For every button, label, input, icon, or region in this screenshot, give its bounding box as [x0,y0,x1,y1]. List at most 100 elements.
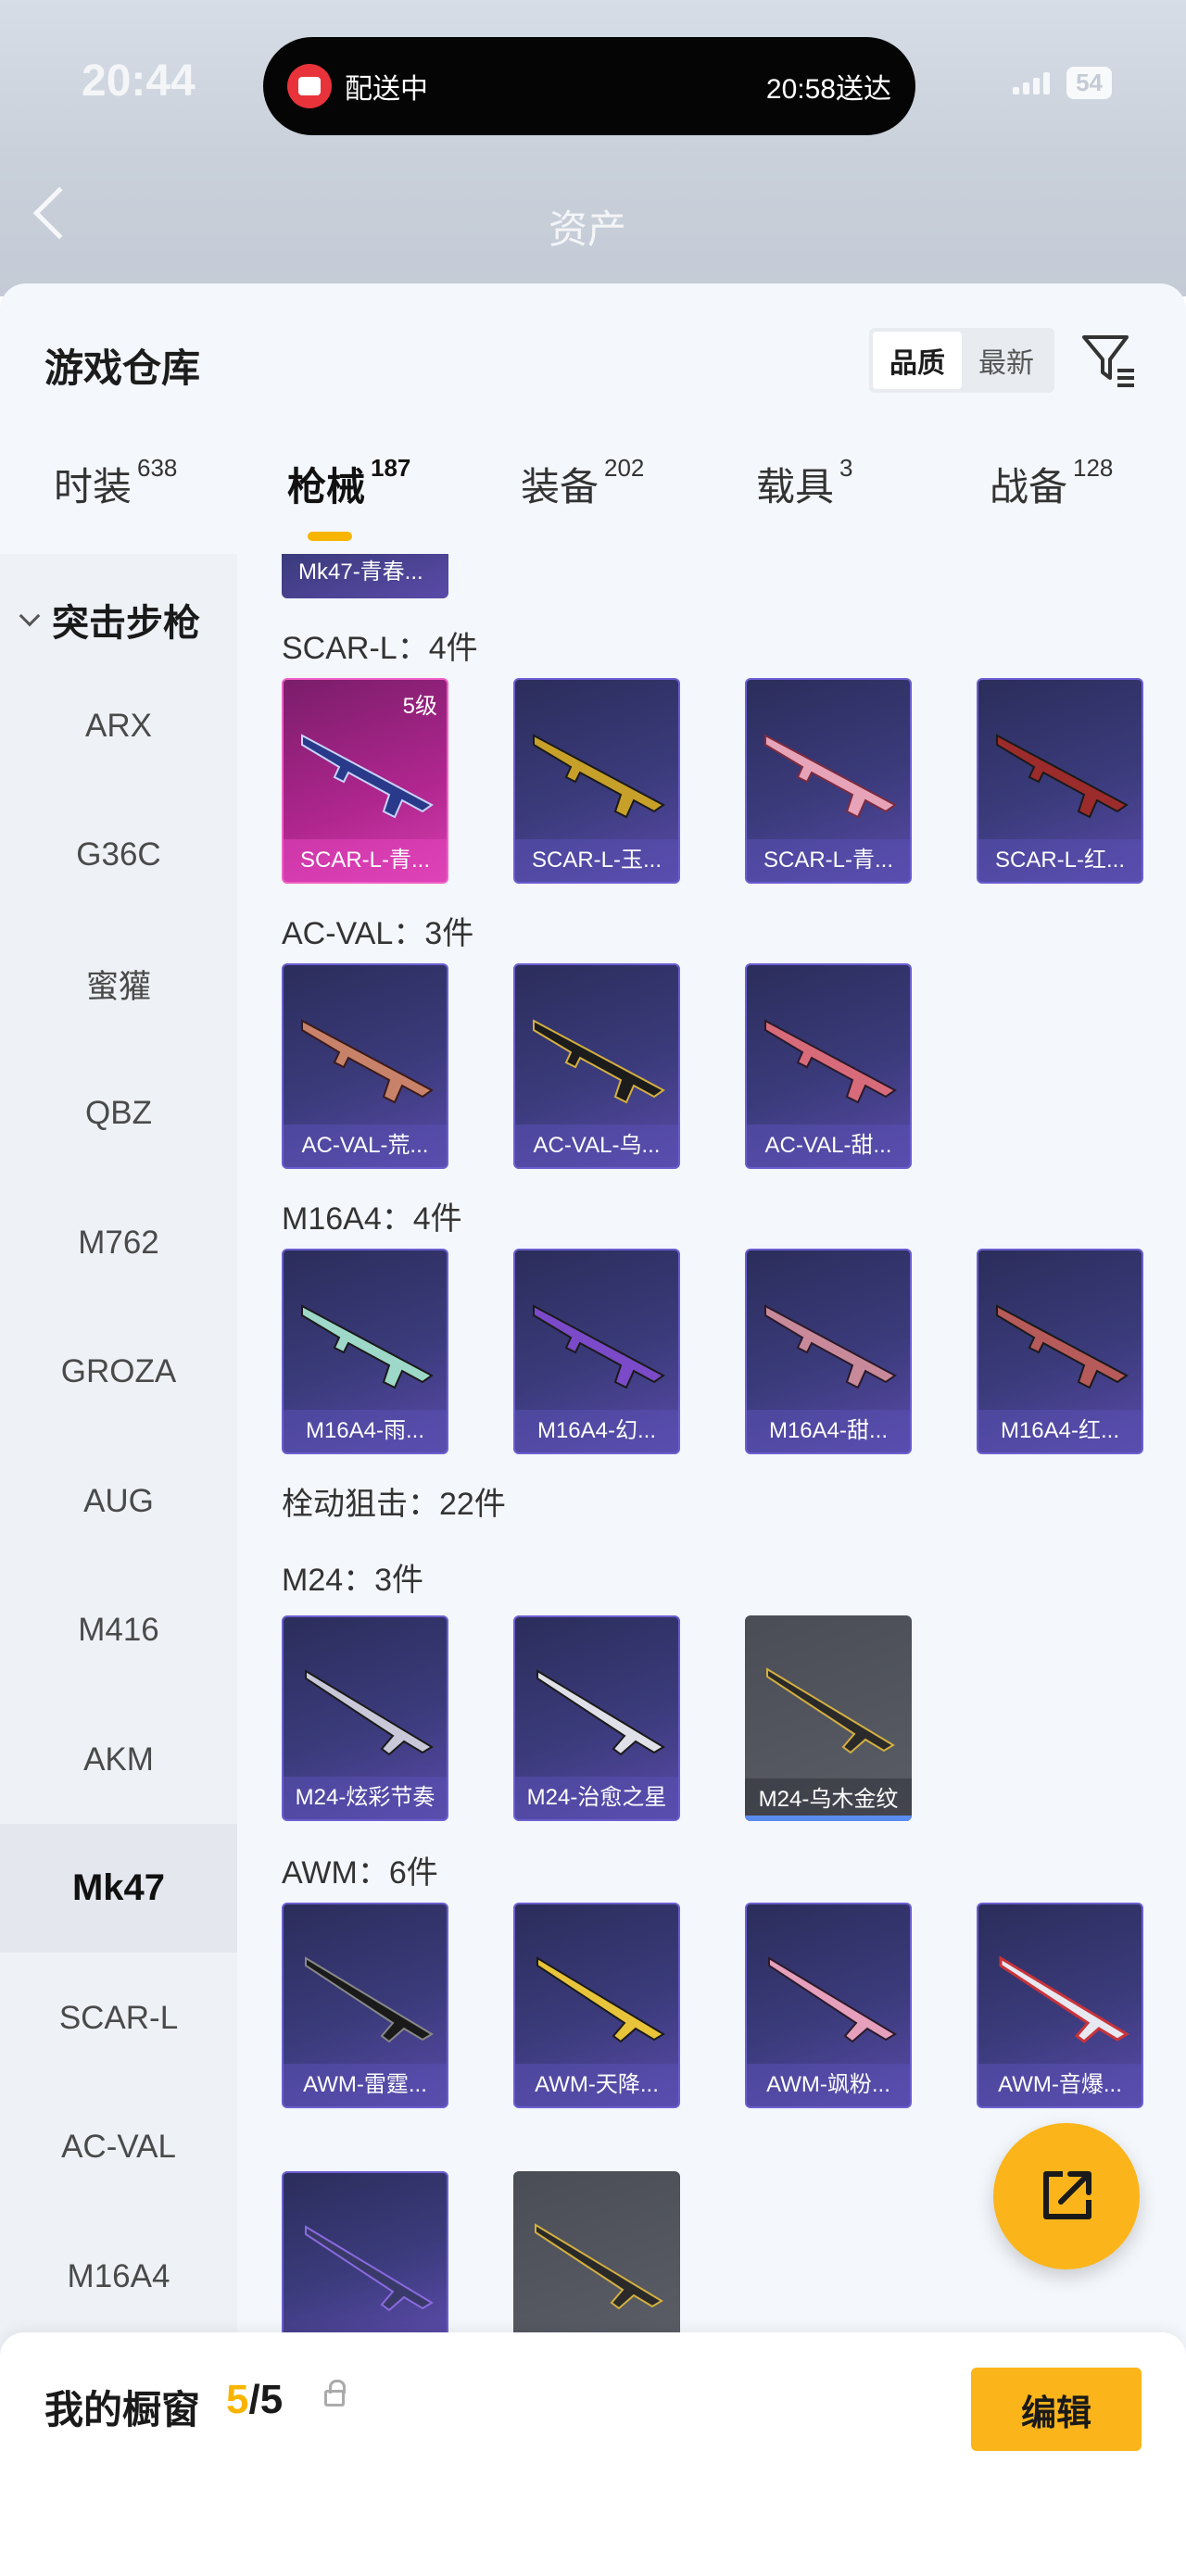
tab-count: 187 [371,454,411,482]
showcase-used: 5 [226,2377,249,2422]
sidebar-item-scar-l[interactable]: SCAR-L [0,1954,237,2082]
tab-fashion[interactable]: 时装 638 [54,454,178,512]
sheet-title: 游戏仓库 [44,346,201,390]
tab-label: 装备 [521,465,599,509]
weapon-card[interactable]: AWM-雷霆... [282,1903,448,2108]
sidebar-item-honey-badger[interactable]: 蜜獾 [0,920,237,1049]
group-label-bolt-action-snipers: 栓动狙击：22件 [282,1487,506,1522]
weapon-card[interactable]: M16A4-甜... [745,1249,912,1454]
delivery-eta: 20:58送达 [765,74,891,105]
group-label-awm: AWM：6件 [282,1855,438,1891]
sidebar-item-m416[interactable]: M416 [0,1565,237,1694]
weapon-card[interactable]: AWM-飒粉... [745,1903,912,2108]
tab-count: 128 [1073,454,1114,482]
weapon-name: M16A4-雨... [284,1410,447,1452]
weapon-card[interactable]: 5级 SCAR-L-青... [282,678,448,884]
battery-icon: 54 [1066,67,1112,99]
tab-label: 战备 [990,465,1068,509]
showcase-count: 5/5 [226,2377,283,2423]
tab-vehicles[interactable]: 载具 3 [756,454,853,512]
filter-icon[interactable] [1080,332,1138,389]
sidebar-item-mk47[interactable]: Mk47 [0,1824,237,1953]
sniper-rifle-icon [766,1667,895,1754]
sidebar-item-aug[interactable]: AUG [0,1437,237,1565]
rifle-icon [301,1304,434,1389]
weapon-card[interactable]: SCAR-L-玉... [513,678,680,884]
group-label-m16a4: M16A4：4件 [282,1201,462,1237]
rifle-icon [996,734,1129,819]
sidebar-item-g36c[interactable]: G36C [0,790,237,919]
weapon-card[interactable]: M24-乌木金纹 [745,1615,912,1821]
weapon-card[interactable]: AWM-音爆... [977,1903,1143,2108]
weapon-name: SCAR-L-青... [284,839,447,882]
sidebar-item-qbz[interactable]: QBZ [0,1049,237,1177]
weapon-card[interactable]: AWM-天降... [513,1903,680,2108]
sniper-rifle-icon [768,1956,897,2043]
delivery-status: 配送中 [345,74,428,105]
sniper-rifle-icon [305,1956,434,2043]
tab-firearms[interactable]: 枪械 187 [287,454,411,512]
weapon-card[interactable]: M24-炫彩节奏 [282,1615,448,1821]
weapon-card[interactable]: Mk47-青春... [282,554,448,598]
weapon-name: AWM-雷霆... [284,2064,447,2106]
sidebar-item-groza[interactable]: GROZA [0,1307,237,1436]
tab-label: 载具 [756,465,835,509]
showcase-total: /5 [248,2377,284,2422]
delivery-rider-icon [287,64,332,108]
weapon-card[interactable]: M16A4-红... [977,1249,1143,1454]
weapon-name: AC-VAL-乌... [515,1125,678,1167]
sort-quality-button[interactable]: 品质 [873,332,962,389]
rifle-icon [764,1304,897,1389]
weapon-card[interactable]: AC-VAL-甜... [745,963,912,1169]
rifle-icon [301,1019,434,1104]
weapon-card[interactable]: M16A4-幻... [513,1249,680,1454]
share-button[interactable] [993,2123,1140,2269]
tab-label: 时装 [54,465,132,509]
lock-icon [324,2380,346,2406]
signal-icon [1013,71,1051,94]
sort-toggle: 品质 最新 [869,328,1054,393]
weapon-name: SCAR-L-玉... [515,839,678,882]
showcase-bar: 我的橱窗 5/5 编辑 [0,2332,1186,2576]
tab-supplies[interactable]: 战备 128 [990,454,1114,512]
weapon-card[interactable]: AC-VAL-荒... [282,963,448,1169]
sidebar-category-assault-rifles[interactable]: 突击步枪 [17,593,200,647]
category-tabs: 时装 638 枪械 187 装备 202 载具 3 战备 128 [0,454,1186,558]
sidebar-item-m762[interactable]: M762 [0,1178,237,1307]
sniper-rifle-icon [305,2225,434,2312]
weapon-name: M24-炫彩节奏 [284,1777,447,1819]
weapon-card[interactable]: M16A4-雨... [282,1249,448,1454]
weapon-name: M24-乌木金纹 [745,1778,912,1821]
weapon-name: SCAR-L-青... [747,839,910,882]
sort-latest-button[interactable]: 最新 [962,332,1051,389]
chevron-down-icon [19,605,41,627]
delivery-live-activity[interactable]: 配送中 20:58送达 [263,37,915,135]
weapon-name: AWM-飒粉... [747,2064,910,2106]
weapon-name: SCAR-L-红... [978,839,1142,882]
active-tab-indicator [308,532,352,541]
sidebar-item-ac-val[interactable]: AC-VAL [0,2082,237,2211]
weapon-card[interactable]: SCAR-L-青... [745,678,912,884]
group-label-ac-val: AC-VAL：3件 [282,916,474,951]
weapon-card[interactable]: SCAR-L-红... [977,678,1143,884]
weapon-card[interactable] [513,2171,680,2338]
tab-count: 202 [604,454,645,482]
weapon-card[interactable]: AC-VAL-乌... [513,963,680,1169]
rifle-icon [764,734,897,819]
status-time: 20:44 [82,57,196,106]
weapon-sidebar: 突击步枪 ARX G36C 蜜獾 QBZ M762 GROZA AUG M416… [0,554,237,2576]
edit-button[interactable]: 编辑 [971,2368,1142,2451]
tab-count: 638 [137,454,178,482]
tab-equipment[interactable]: 装备 202 [521,454,645,512]
weapon-card[interactable]: M24-治愈之星 [513,1615,680,1821]
sidebar-item-akm[interactable]: AKM [0,1695,237,1824]
weapon-name: AC-VAL-甜... [747,1125,910,1167]
tab-count: 3 [839,454,853,482]
rifle-icon [533,1304,665,1389]
sidebar-item-arx[interactable]: ARX [0,661,237,790]
sidebar-item-m16a4[interactable]: M16A4 [0,2212,237,2341]
sniper-rifle-icon [305,1669,434,1756]
weapon-card[interactable] [282,2171,448,2338]
rifle-icon [764,1019,897,1104]
page-title: 资产 [549,207,627,251]
